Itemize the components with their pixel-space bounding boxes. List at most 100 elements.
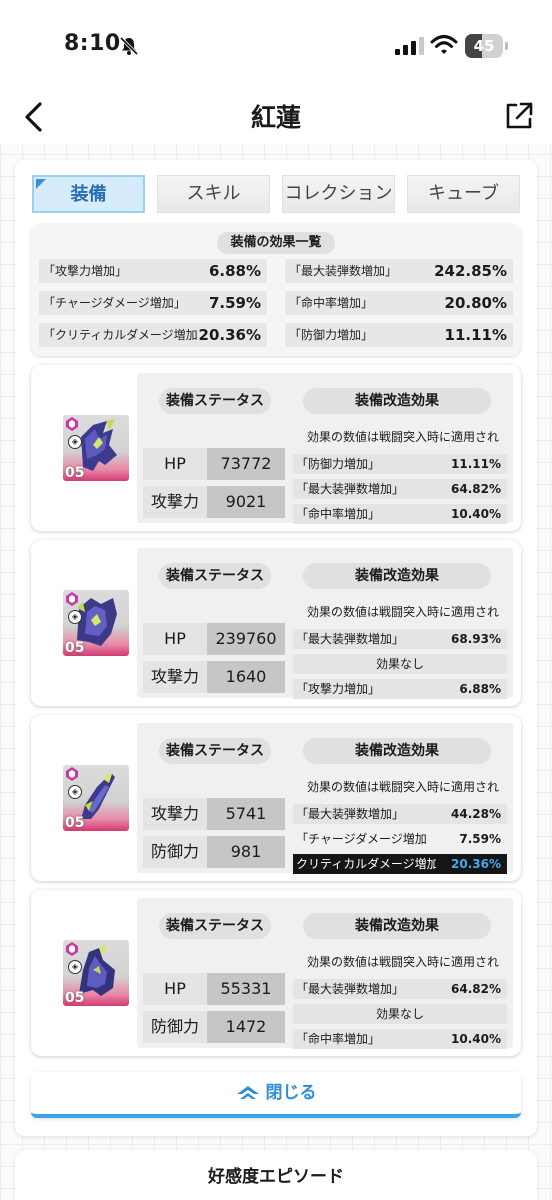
mod-label: 「最大装弾数増加」 (296, 482, 405, 496)
mod-value: 11.11% (451, 457, 501, 471)
stat-number: 981 (207, 836, 285, 868)
mod-label: 「防御力増加」 (296, 457, 381, 471)
mod-effect-row: 「最大装弾数増加」 68.93% (293, 629, 507, 649)
stat-value: 242.85% (434, 262, 507, 280)
stat-number: 9021 (207, 486, 285, 518)
equipment-item-icon[interactable]: ◈ 05 (63, 415, 129, 481)
equipment-detail: 装備ステータス 装備改造効果 HP 239760 攻撃力 1640 効果の数値は… (137, 548, 513, 699)
mod-no-effect: 効果なし (293, 654, 507, 674)
stat-number: 5741 (207, 798, 285, 830)
mod-label: 「最大装弾数増加」 (296, 632, 405, 646)
mod-effect-row: 「攻撃力増加」 6.88% (293, 679, 507, 699)
stat-name: 防御力 (143, 1011, 207, 1043)
mod-note: 効果の数値は戦闘突入時に適用され (307, 955, 500, 969)
summary-stat-row: 「クリティカルダメージ増加 20.36% (39, 323, 267, 347)
stat-label: 「命中率増加」 (289, 296, 374, 310)
summary-stat-row: 「防御力増加」 11.11% (285, 323, 513, 347)
equipment-detail: 装備ステータス 装備改造効果 HP 73772 攻撃力 9021 効果の数値は戦… (137, 373, 513, 524)
status-bar: 8:10 45 (0, 0, 552, 90)
mod-value: 64.82% (451, 482, 501, 496)
stat-label: 「クリティカルダメージ増加 (43, 328, 198, 342)
mod-value: 64.82% (451, 982, 501, 996)
stat-number: 55331 (207, 973, 285, 1005)
stat-name: 攻撃力 (143, 798, 207, 830)
wifi-icon (430, 35, 458, 54)
rarity-gem-icon (66, 417, 78, 431)
mod-value: 10.40% (451, 1032, 501, 1046)
equipment-item-icon[interactable]: ◈ 05 (63, 765, 129, 831)
stat-label: 「攻撃力増加」 (43, 264, 128, 278)
mod-effect-row: 「最大装弾数増加」 64.82% (293, 979, 507, 999)
mod-label: 「チャージダメージ増加 (296, 832, 427, 846)
equipment-level: 05 (65, 815, 85, 831)
equipment-effects-summary: 装備の効果一覧 「攻撃力増加」 6.88% 「最大装弾数増加」 242.85% … (31, 224, 521, 356)
affection-episode-section: 好感度エピソード (15, 1150, 537, 1200)
equipment-item-icon[interactable]: ◈ 05 (63, 590, 129, 656)
mod-effect-row: 「最大装弾数増加」 64.82% (293, 479, 507, 499)
equipment-mod-header: 装備改造効果 (303, 563, 491, 589)
equipment-status-header: 装備ステータス (159, 563, 271, 589)
equipment-panel: 装備 スキル コレクション キューブ 装備の効果一覧 「攻撃力増加」 6.88%… (15, 160, 537, 1136)
summary-title: 装備の効果一覧 (217, 232, 335, 254)
battery-icon: 45 (465, 34, 509, 58)
close-button[interactable]: 閉じる (31, 1072, 521, 1118)
stat-name: HP (143, 973, 207, 1005)
equipment-card-body: ◈ 05 装備ステータス 装備改造効果 HP 239760 攻撃力 1640 効… (31, 540, 521, 706)
stat-name: HP (143, 623, 207, 655)
equipment-level: 05 (65, 990, 85, 1006)
page-title: 紅蓮 (250, 103, 301, 132)
stat-value: 20.36% (198, 326, 261, 344)
equipment-level: 05 (65, 640, 85, 656)
equipment-card-head: ◈ 05 装備ステータス 装備改造効果 HP 73772 攻撃力 9021 効果… (31, 365, 521, 531)
stat-name: 攻撃力 (143, 661, 207, 693)
mod-value: 6.88% (459, 682, 501, 696)
clock: 8:10 (64, 31, 121, 56)
mod-note: 効果の数値は戦闘突入時に適用され (307, 780, 500, 794)
battery-percent: 45 (473, 37, 495, 55)
mod-effect-row-highlighted: クリティカルダメージ増加 20.36% (293, 854, 507, 874)
stat-value: 7.59% (208, 294, 261, 312)
stat-number: 239760 (207, 623, 285, 655)
open-external-icon[interactable] (503, 100, 535, 132)
mod-label: 「命中率増加」 (296, 1032, 381, 1046)
class-badge-icon: ◈ (68, 785, 82, 799)
tab-bar: 装備 スキル コレクション キューブ (32, 175, 522, 213)
cellular-signal-icon (395, 37, 424, 55)
stat-number: 1472 (207, 1011, 285, 1043)
tab-equipment[interactable]: 装備 (32, 175, 145, 213)
summary-stat-row: 「最大装弾数増加」 242.85% (285, 259, 513, 283)
equipment-item-icon[interactable]: ◈ 05 (63, 940, 129, 1006)
equipment-mod-header: 装備改造効果 (303, 388, 491, 414)
tab-collection[interactable]: コレクション (282, 175, 395, 213)
mod-effect-row: 「防御力増加」 11.11% (293, 454, 507, 474)
mod-effect-row: 「命中率増加」 10.40% (293, 1029, 507, 1049)
equipment-status-header: 装備ステータス (159, 913, 271, 939)
mod-label: 「最大装弾数増加」 (296, 982, 405, 996)
close-label: 閉じる (265, 1083, 317, 1103)
class-badge-icon: ◈ (68, 960, 82, 974)
stat-number: 1640 (207, 661, 285, 693)
equipment-detail: 装備ステータス 装備改造効果 攻撃力 5741 防御力 981 効果の数値は戦闘… (137, 723, 513, 874)
mod-label: クリティカルダメージ増加 (296, 857, 436, 871)
equipment-mod-header: 装備改造効果 (303, 913, 491, 939)
tab-skill[interactable]: スキル (157, 175, 270, 213)
stat-name: HP (143, 448, 207, 480)
mod-effect-row: 「最大装弾数増加」 44.28% (293, 804, 507, 824)
mod-effect-row: 「チャージダメージ増加 7.59% (293, 829, 507, 849)
stat-label: 「防御力増加」 (289, 328, 374, 342)
summary-stat-row: 「攻撃力増加」 6.88% (39, 259, 267, 283)
stat-label: 「チャージダメージ増加」 (43, 296, 186, 310)
equipment-status-header: 装備ステータス (159, 738, 271, 764)
stat-number: 73772 (207, 448, 285, 480)
mod-label: 「命中率増加」 (296, 507, 381, 521)
mod-label: 「最大装弾数増加」 (296, 807, 405, 821)
mod-value: 44.28% (451, 807, 501, 821)
tab-cube[interactable]: キューブ (407, 175, 520, 213)
equipment-detail: 装備ステータス 装備改造効果 HP 55331 防御力 1472 効果の数値は戦… (137, 898, 513, 1049)
mod-value: 20.36% (451, 857, 501, 871)
section-title[interactable]: 好感度エピソード (15, 1162, 537, 1187)
equipment-level: 05 (65, 465, 85, 481)
stat-label: 「最大装弾数増加」 (289, 264, 398, 278)
chevron-up-icon (236, 1086, 259, 1099)
stat-value: 11.11% (444, 326, 507, 344)
